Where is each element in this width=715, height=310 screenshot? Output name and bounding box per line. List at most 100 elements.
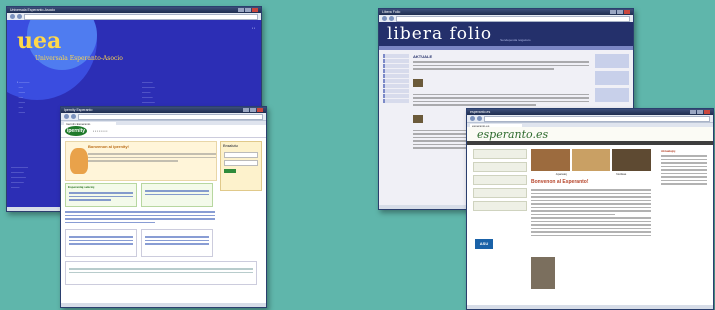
info-box — [141, 183, 213, 207]
welcome-box: Bonvenon al ipernity! — [65, 141, 217, 181]
back-icon[interactable] — [382, 16, 387, 21]
window-controls[interactable] — [238, 8, 258, 12]
window-controls[interactable] — [610, 10, 630, 14]
sidebar-item[interactable] — [383, 64, 409, 68]
close-icon[interactable] — [704, 110, 710, 114]
maximize-icon[interactable] — [697, 110, 703, 114]
menu-block[interactable] — [473, 149, 527, 159]
back-icon[interactable] — [470, 116, 475, 121]
photo-label[interactable]: Notikas — [616, 172, 626, 176]
back-icon[interactable] — [64, 114, 69, 119]
menu-bar[interactable] — [379, 46, 633, 50]
sidebar-item[interactable] — [383, 59, 409, 63]
uea-contact: ──────── ────── ─────── ────── ──── — [11, 165, 29, 189]
browser-toolbar — [61, 113, 266, 121]
asu-badge[interactable]: ASU — [475, 239, 493, 249]
ipernity-page: ipernity ▪ ▪ ▪ ▪ ▪ ▪ ▪ ▪ Bonvenon al ipe… — [61, 125, 266, 303]
ipernity-logo[interactable]: ipernity — [65, 126, 87, 136]
address-bar[interactable] — [396, 15, 630, 22]
sidebar[interactable] — [383, 54, 409, 104]
menu-block[interactable] — [473, 201, 527, 211]
welcome-heading: Bonvenon al Esperanto! — [531, 179, 589, 185]
sidebar-item[interactable] — [383, 84, 409, 88]
sidebar-item[interactable] — [383, 54, 409, 58]
uea-subtitle: Universala Esperanto-Asocio — [35, 55, 123, 62]
minimize-icon[interactable] — [690, 110, 696, 114]
widget[interactable] — [595, 71, 629, 85]
photo[interactable] — [571, 149, 611, 171]
photo-labels: Aparatoj Notikas — [531, 172, 651, 176]
left-column — [473, 149, 527, 214]
sidebar-item[interactable] — [383, 79, 409, 83]
widget[interactable] — [595, 54, 629, 68]
minimize-icon[interactable] — [610, 10, 616, 14]
article-body — [531, 187, 651, 238]
back-icon[interactable] — [10, 14, 15, 19]
login-button[interactable] — [224, 169, 236, 173]
window-title: Ipernity Esperanto — [64, 108, 93, 112]
browser-toolbar — [467, 115, 713, 123]
close-icon[interactable] — [257, 108, 263, 112]
photo[interactable] — [531, 149, 570, 171]
forward-icon[interactable] — [71, 114, 76, 119]
window-controls[interactable] — [243, 108, 263, 112]
maximize-icon[interactable] — [250, 108, 256, 112]
address-bar[interactable] — [24, 13, 258, 20]
close-icon[interactable] — [624, 10, 630, 14]
password-input[interactable] — [224, 160, 258, 166]
info-box: Esperantaj sekcioj — [65, 183, 137, 207]
site-title[interactable]: libera folio — [387, 24, 492, 44]
site-title[interactable]: esperanto.es — [477, 128, 548, 141]
menu-block[interactable] — [473, 188, 527, 198]
login-box: Ensalutu — [220, 141, 262, 191]
menu-block[interactable] — [473, 162, 527, 172]
esperanto-es-page: esperanto.es ASU Aparatoj Notikas Bonven… — [467, 127, 713, 305]
sidebar-item[interactable] — [383, 89, 409, 93]
site-nav[interactable] — [467, 141, 713, 145]
forward-icon[interactable] — [389, 16, 394, 21]
top-link[interactable]: ▪ ▪ — [252, 26, 255, 30]
uea-menu-column[interactable]: ▪ ───── ── ─── ── ─── ── ─── — [17, 80, 47, 115]
forward-icon[interactable] — [17, 14, 22, 19]
maximize-icon[interactable] — [617, 10, 623, 14]
widget[interactable] — [595, 88, 629, 102]
window-title: Universala Esperanto-Asocio — [10, 8, 56, 12]
right-column: Aktualaĵoj — [661, 149, 707, 187]
photo-label[interactable]: Aparatoj — [556, 172, 567, 176]
ipernity-browser-window[interactable]: Ipernity Esperanto Ipernity Esperanto ip… — [60, 106, 267, 308]
right-column — [595, 54, 629, 105]
window-controls[interactable] — [690, 110, 710, 114]
menu-block[interactable] — [473, 175, 527, 185]
link-list[interactable] — [65, 209, 215, 225]
photo[interactable] — [612, 149, 652, 171]
section-heading: AKTUALE — [413, 54, 433, 59]
minimize-icon[interactable] — [243, 108, 249, 112]
site-nav[interactable]: ▪ ▪ ▪ ▪ ▪ ▪ ▪ ▪ — [93, 129, 107, 133]
photo-strip[interactable] — [531, 149, 652, 171]
topics-box — [141, 229, 213, 257]
uea-logo[interactable]: uea — [17, 28, 61, 54]
site-banner: libera folio Sendependa retgazeto — [379, 22, 633, 46]
sidebar-item[interactable] — [383, 99, 409, 103]
sidebar-item[interactable] — [383, 69, 409, 73]
username-input[interactable] — [224, 152, 258, 158]
news-box — [65, 261, 257, 285]
close-icon[interactable] — [252, 8, 258, 12]
forward-icon[interactable] — [477, 116, 482, 121]
address-bar[interactable] — [484, 115, 710, 122]
esperanto-es-browser-window[interactable]: esperanto.es esperanto.es esperanto.es A… — [466, 108, 714, 310]
login-heading: Ensalutu — [223, 144, 238, 148]
sidebar-item[interactable] — [383, 74, 409, 78]
minimize-icon[interactable] — [238, 8, 244, 12]
article-thumbnail[interactable] — [413, 114, 423, 123]
window-title: Libera Folio — [382, 10, 401, 14]
article-thumbnail[interactable] — [413, 78, 423, 87]
site-header: ipernity ▪ ▪ ▪ ▪ ▪ ▪ ▪ ▪ — [61, 125, 266, 138]
groups-box — [65, 229, 137, 257]
mascot-image — [70, 148, 88, 174]
status-bar — [467, 305, 713, 309]
address-bar[interactable] — [78, 113, 263, 120]
maximize-icon[interactable] — [245, 8, 251, 12]
sidebar-item[interactable] — [383, 94, 409, 98]
welcome-heading: Bonvenon al ipernity! — [88, 144, 129, 149]
